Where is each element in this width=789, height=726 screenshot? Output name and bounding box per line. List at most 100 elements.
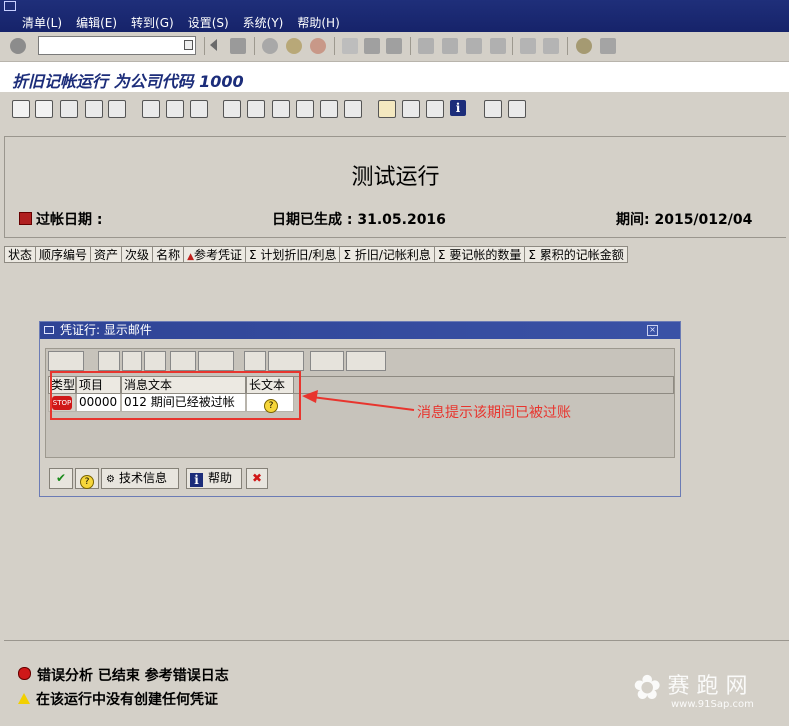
cancel-icon[interactable] <box>310 38 326 54</box>
select-layout-icon[interactable] <box>247 100 265 118</box>
cancel-button[interactable]: ✖ <box>246 468 268 489</box>
choose-detail-icon[interactable] <box>12 100 30 118</box>
word-processing-icon[interactable] <box>296 100 314 118</box>
display-errors-icon[interactable] <box>508 100 526 118</box>
sum-icon[interactable] <box>142 100 160 118</box>
insert-row-icon[interactable] <box>402 100 420 118</box>
application-toolbar: i <box>0 93 789 123</box>
col-reference-doc[interactable]: ▲参考凭证 <box>184 246 247 263</box>
save-icon[interactable] <box>230 38 246 54</box>
exit-icon[interactable] <box>286 38 302 54</box>
print-button[interactable] <box>98 351 120 371</box>
report-title: 测试运行 <box>351 165 440 190</box>
export-button[interactable] <box>268 351 304 371</box>
standard-toolbar <box>0 32 789 62</box>
menu-help[interactable]: 帮助(H) <box>297 14 339 31</box>
gear-icon: ⚙ <box>106 474 115 485</box>
question-icon: ? <box>80 475 94 489</box>
window-icon <box>44 326 54 334</box>
annotation-highlight-box <box>50 371 301 420</box>
filter-icon[interactable] <box>108 100 126 118</box>
layout-icon[interactable] <box>600 38 616 54</box>
filter-button[interactable] <box>198 351 234 371</box>
print-icon[interactable] <box>60 100 78 118</box>
col-qty-to-post[interactable]: Σ 要记帐的数量 <box>434 246 526 263</box>
last-page-icon[interactable] <box>490 38 506 54</box>
grid-button[interactable] <box>346 351 386 371</box>
command-history-icon[interactable] <box>184 40 193 50</box>
col-status[interactable]: 状态 <box>4 246 37 263</box>
back-icon[interactable] <box>262 38 278 54</box>
watermark-url: www.91Sap.com <box>671 699 754 710</box>
info-icon[interactable]: i <box>450 100 466 116</box>
report-header: 测试运行 过帐日期 : 日期已生成 : 31.05.2016 期间: 2015/… <box>4 136 786 238</box>
col-asset[interactable]: 资产 <box>91 246 123 263</box>
find-icon[interactable] <box>364 38 380 54</box>
sort-up-icon: ▲ <box>187 252 194 262</box>
generated-date: 日期已生成 : 31.05.2016 <box>272 212 446 228</box>
dialog-title: 凭证行: 显示邮件 <box>60 323 152 337</box>
system-menu-icon[interactable] <box>4 1 16 11</box>
find-next-icon[interactable] <box>386 38 402 54</box>
print-icon[interactable] <box>342 38 358 54</box>
page-title: 折旧记帐运行 为公司代码 1000 <box>12 72 244 91</box>
graphic-icon[interactable] <box>344 100 362 118</box>
menu-system[interactable]: 系统(Y) <box>243 14 284 31</box>
enter-icon[interactable] <box>10 38 26 54</box>
status-error-line: 错误分析 已结束 参考错误日志 <box>18 665 229 685</box>
help-icon[interactable] <box>576 38 592 54</box>
col-planned-depr[interactable]: Σ 计划折旧/利息 <box>246 246 341 263</box>
command-field[interactable] <box>38 36 196 55</box>
calendar-icon <box>19 212 32 225</box>
menu-edit[interactable]: 编辑(E) <box>76 14 117 31</box>
collapse-icon[interactable] <box>210 39 217 51</box>
confirm-button[interactable]: ✔ <box>49 468 73 489</box>
filter-sort-ascending-icon[interactable] <box>85 100 103 118</box>
technical-info-toolbar-button[interactable] <box>48 351 84 371</box>
annotation-arrow <box>302 390 415 411</box>
sort-button[interactable] <box>122 351 142 371</box>
column-header-row: 状态 顺序编号 资产 次级 名称 ▲参考凭证 Σ 计划折旧/利息 Σ 折旧/记帐… <box>4 246 628 264</box>
export-icon[interactable] <box>190 100 208 118</box>
layout-button[interactable] <box>310 351 344 371</box>
change-layout-icon[interactable] <box>223 100 241 118</box>
display-log-icon[interactable] <box>484 100 502 118</box>
menu-settings[interactable]: 设置(S) <box>188 14 229 31</box>
col-posted-depr[interactable]: Σ 折旧/记帐利息 <box>340 246 435 263</box>
save-layout-icon[interactable] <box>272 100 290 118</box>
prev-page-icon[interactable] <box>442 38 458 54</box>
help-button[interactable]: ? <box>75 468 99 489</box>
technical-info-button[interactable]: ⚙ 技术信息 <box>101 468 179 489</box>
title-bar: 折旧记帐运行 为公司代码 1000 <box>0 62 789 92</box>
document-button[interactable] <box>244 351 266 371</box>
warning-icon <box>18 693 30 704</box>
spreadsheet-icon[interactable] <box>320 100 338 118</box>
menu-list[interactable]: 清单(L) <box>22 14 62 31</box>
delete-row-icon[interactable] <box>426 100 444 118</box>
status-warning-line: 在该运行中没有创建任何凭证 <box>18 689 218 709</box>
close-icon[interactable]: × <box>647 325 658 336</box>
col-subnumber[interactable]: 次级 <box>122 246 154 263</box>
dialog-title-bar: 凭证行: 显示邮件 × <box>40 322 680 339</box>
subtotal-icon[interactable] <box>166 100 184 118</box>
error-icon <box>18 667 31 680</box>
shortcut-icon[interactable] <box>543 38 559 54</box>
grid-icon[interactable] <box>378 100 396 118</box>
first-page-icon[interactable] <box>418 38 434 54</box>
check-icon: ✔ <box>55 471 67 485</box>
find-next-button[interactable] <box>170 351 196 371</box>
help-text-button[interactable]: i 帮助 <box>186 468 242 489</box>
col-seq-no[interactable]: 顺序编号 <box>36 246 92 263</box>
col-accum-amount[interactable]: Σ 累积的记帐金额 <box>525 246 628 263</box>
info-icon: i <box>190 473 203 487</box>
find-button[interactable] <box>144 351 166 371</box>
menu-goto[interactable]: 转到(G) <box>131 14 174 31</box>
new-session-icon[interactable] <box>520 38 536 54</box>
col-name[interactable]: 名称 <box>153 246 185 263</box>
cancel-icon: ✖ <box>251 471 263 485</box>
posting-date-label: 过帐日期 : <box>19 209 102 229</box>
display-icon[interactable] <box>35 100 53 118</box>
menu-bar: 清单(L) 编辑(E) 转到(G) 设置(S) 系统(Y) 帮助(H) <box>0 0 789 32</box>
logo-icon: ✿ <box>633 668 662 708</box>
next-page-icon[interactable] <box>466 38 482 54</box>
